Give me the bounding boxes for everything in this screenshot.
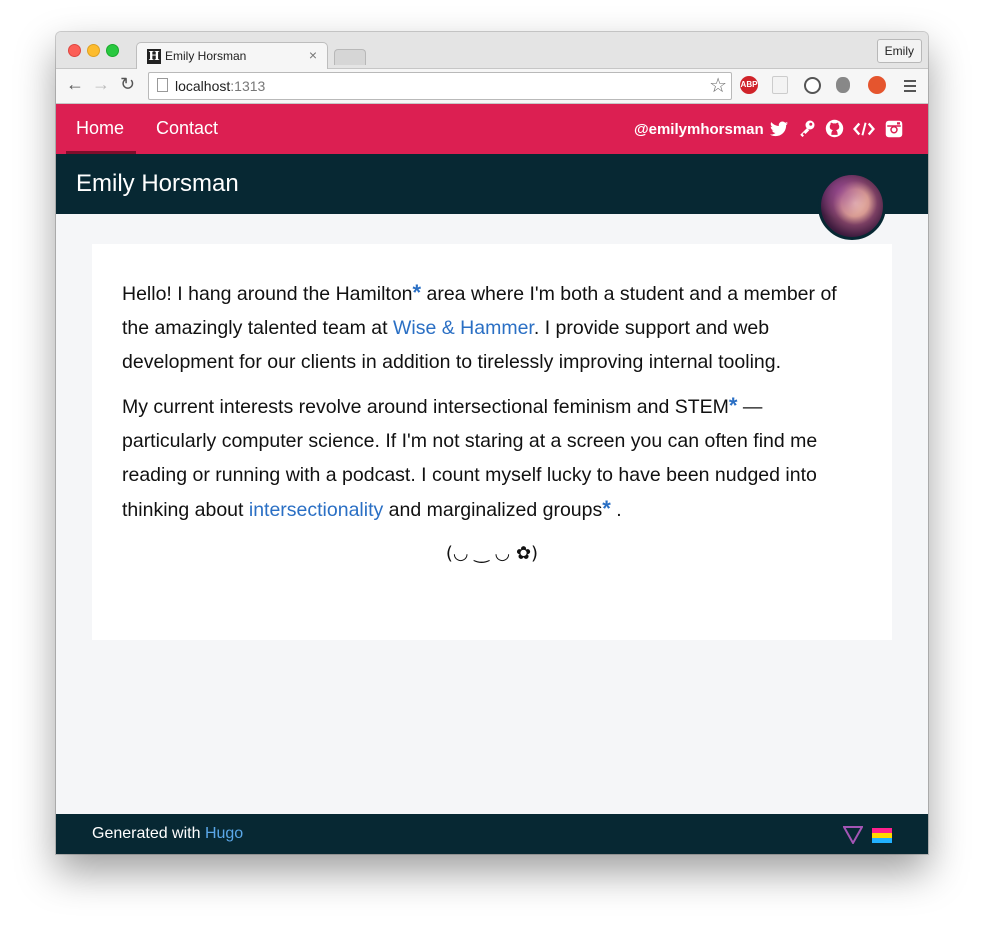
site-navbar: Home Contact @emilymhorsman <box>56 104 928 154</box>
twitter-icon[interactable] <box>770 121 788 137</box>
tab-title: Emily Horsman <box>165 49 247 63</box>
abp-icon[interactable]: ABP <box>740 76 758 94</box>
instagram-icon[interactable] <box>885 120 903 138</box>
favicon-icon: H <box>147 49 161 64</box>
intersectionality-link[interactable]: intersectionality <box>249 499 383 521</box>
url-text: localhost:1313 <box>175 78 266 94</box>
forward-icon[interactable]: → <box>92 74 110 95</box>
nav-contact[interactable]: Contact <box>156 118 218 139</box>
page-icon <box>157 78 168 92</box>
reload-icon[interactable]: ↻ <box>120 74 135 95</box>
key-icon[interactable] <box>798 119 816 137</box>
profile-button[interactable]: Emily <box>876 39 922 63</box>
wise-hammer-link[interactable]: Wise & Hammer <box>393 317 534 339</box>
new-tab-button[interactable] <box>334 49 366 65</box>
site-footer: Generated with Hugo <box>56 814 928 854</box>
site-title[interactable]: Emily Horsman <box>76 170 239 198</box>
browser-tab[interactable]: H Emily Horsman × <box>136 42 328 70</box>
vivaldi-icon[interactable] <box>868 76 886 94</box>
bookmark-star-icon[interactable]: ☆ <box>709 73 727 98</box>
nav-home[interactable]: Home <box>76 118 124 139</box>
triangle-icon <box>843 826 863 844</box>
hamilton-footnote-link[interactable]: * <box>413 280 422 305</box>
twitter-handle[interactable]: @emilymhorsman <box>634 121 764 138</box>
hugo-link[interactable]: Hugo <box>205 825 243 842</box>
browser-toolbar: ← → ↻ localhost:1313 ☆ ABP <box>56 69 928 104</box>
avatar <box>818 172 886 240</box>
intro-paragraph-2: My current interests revolve around inte… <box>122 393 818 521</box>
tab-close-icon[interactable]: × <box>309 47 317 63</box>
pansexual-flag-icon <box>872 828 892 843</box>
github-icon[interactable] <box>825 119 844 138</box>
back-icon[interactable]: ← <box>66 74 84 95</box>
sync-icon[interactable] <box>804 77 821 94</box>
groups-footnote-link[interactable]: * <box>602 496 611 521</box>
menu-icon[interactable] <box>904 80 916 92</box>
maximize-window-button[interactable] <box>106 44 119 57</box>
browser-window: H Emily Horsman × Emily ← → ↻ localhost:… <box>56 32 928 854</box>
kaomoji: (◡ ‿ ◡ ✿) <box>445 543 539 564</box>
footer-text: Generated with Hugo <box>92 825 244 842</box>
site-header: Emily Horsman <box>56 154 928 214</box>
title-bar: H Emily Horsman × Emily <box>56 32 928 70</box>
intro-content: Hello! I hang around the Hamilton* area … <box>122 276 862 571</box>
intro-paragraph-1: Hello! I hang around the Hamilton* area … <box>122 280 837 373</box>
bug-icon[interactable] <box>836 77 850 93</box>
minimize-window-button[interactable] <box>87 44 100 57</box>
pocket-icon[interactable] <box>772 76 788 94</box>
code-icon[interactable] <box>853 121 875 137</box>
intro-card: Hello! I hang around the Hamilton* area … <box>92 244 892 640</box>
close-window-button[interactable] <box>68 44 81 57</box>
address-bar[interactable]: localhost:1313 ☆ <box>148 72 732 100</box>
